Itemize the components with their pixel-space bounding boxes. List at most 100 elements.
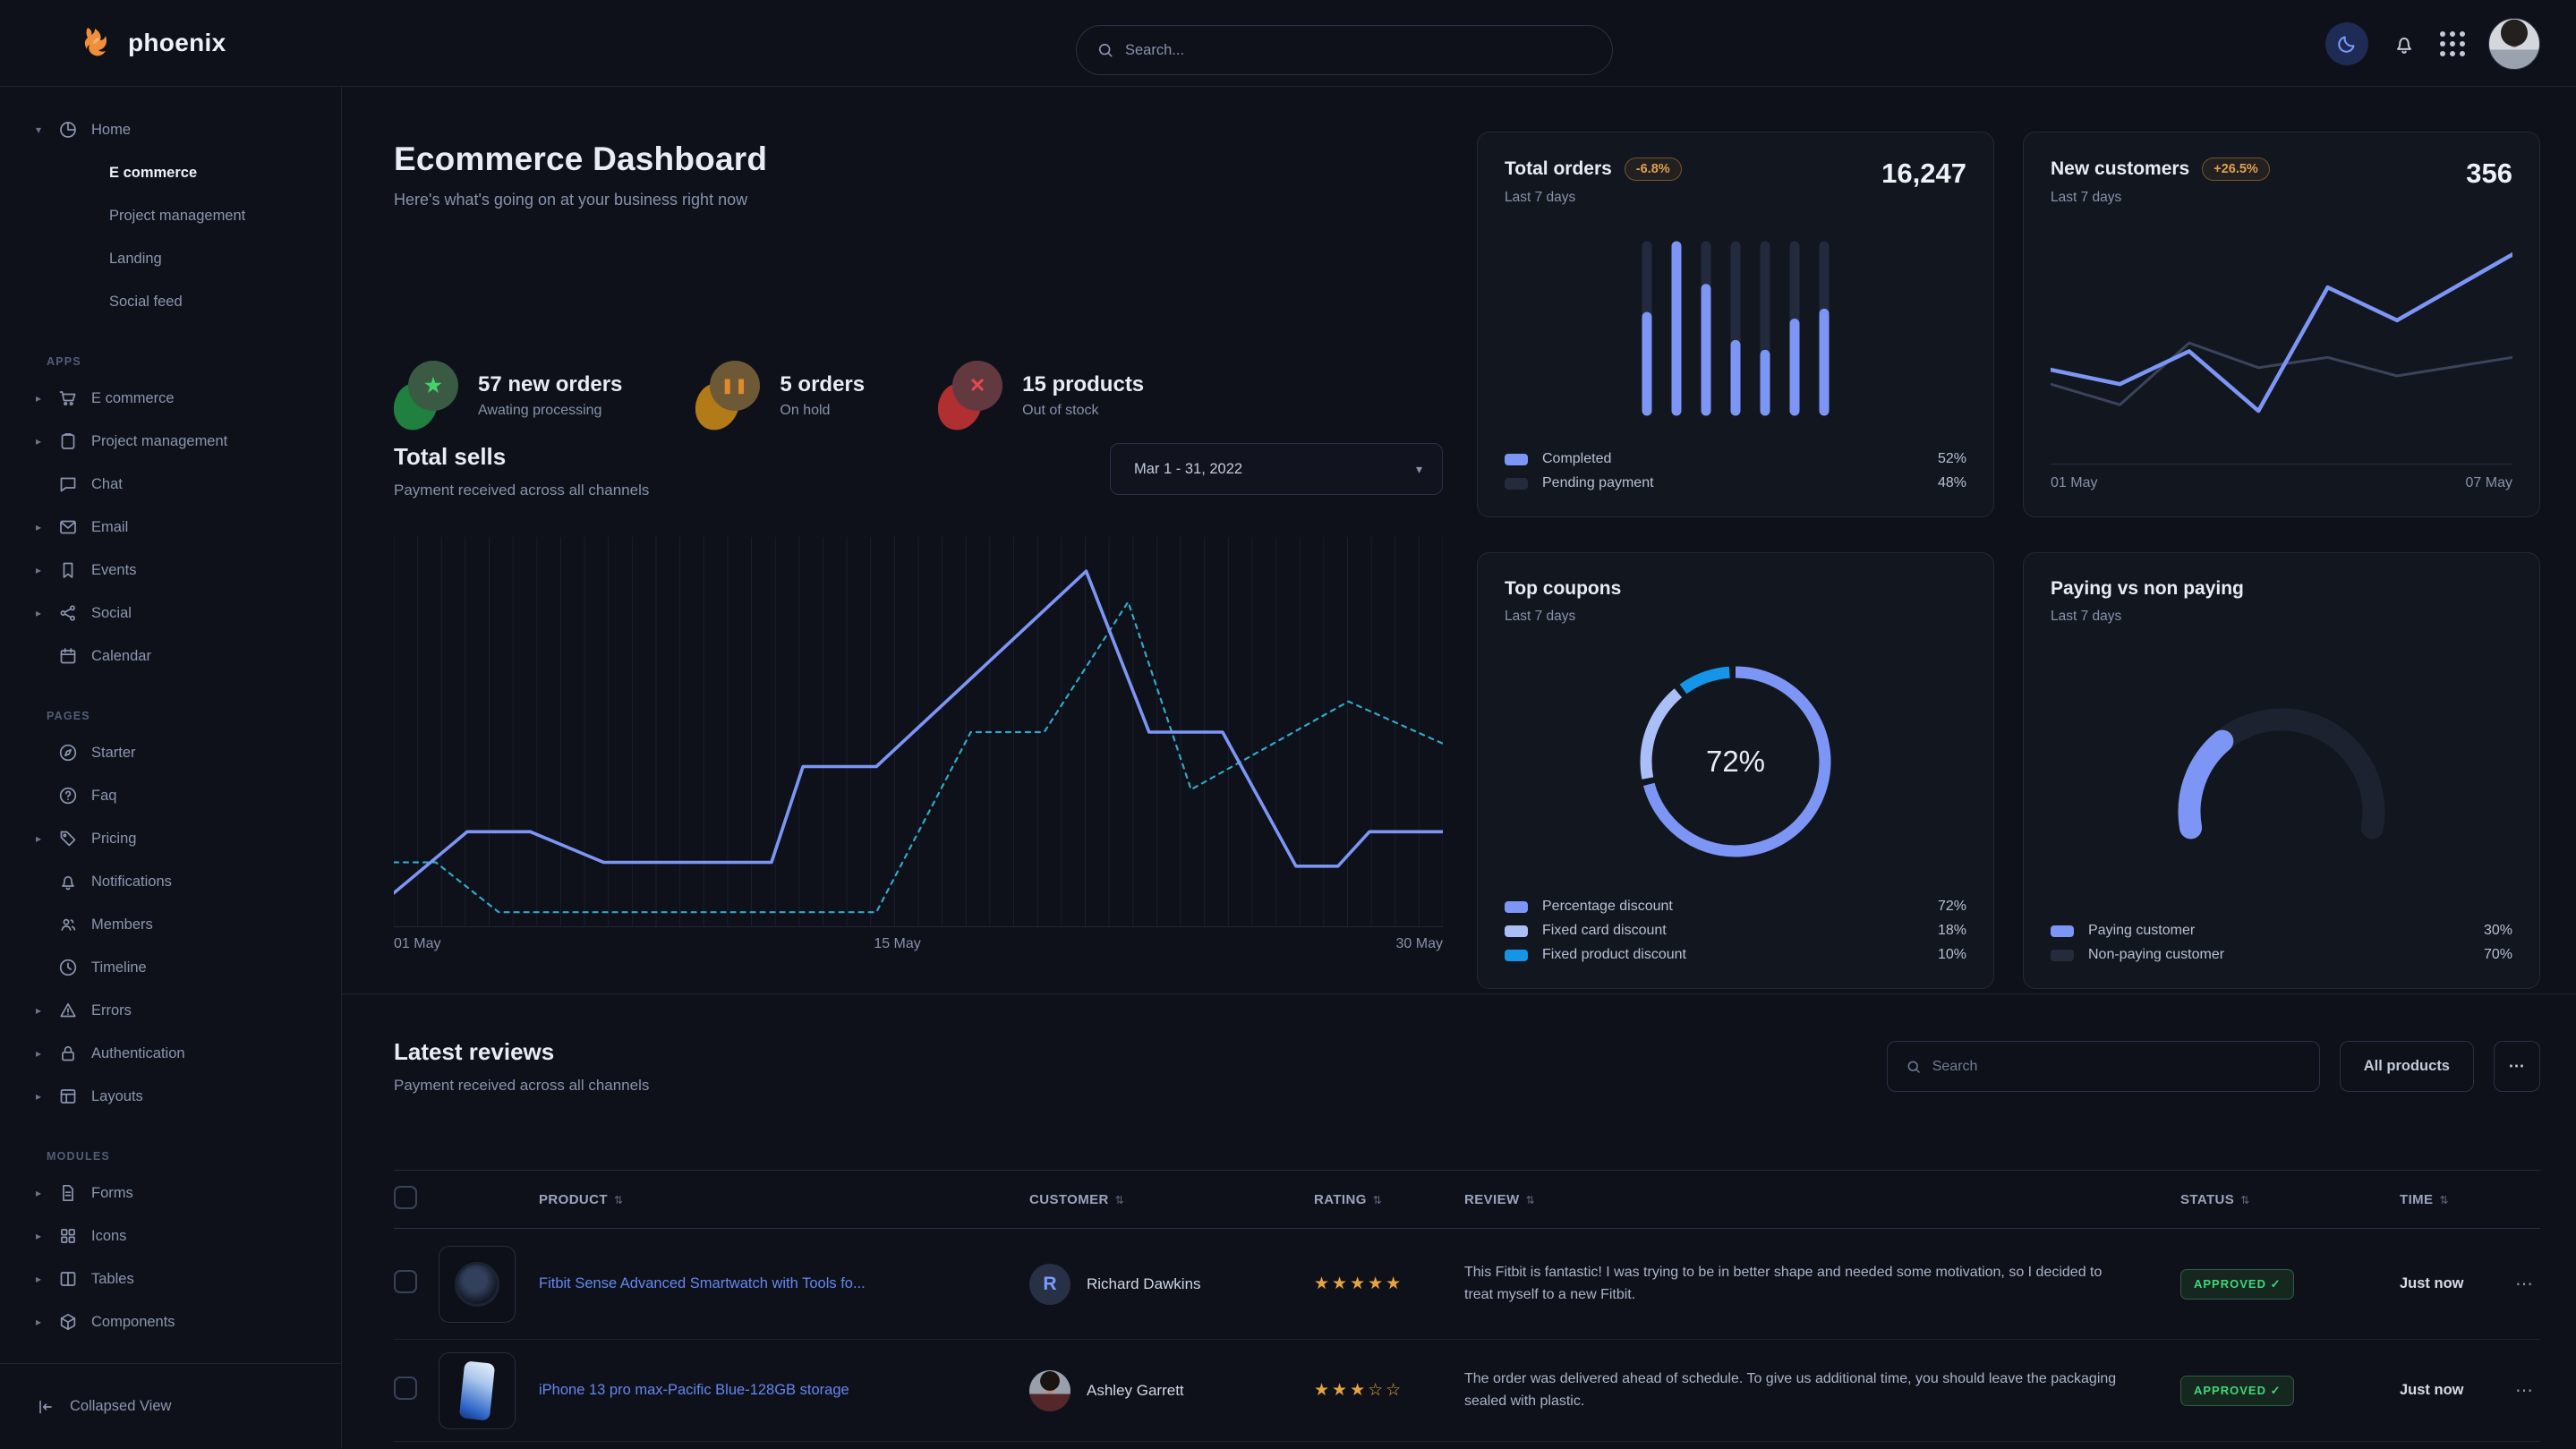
legend-value: 52% bbox=[1938, 451, 1966, 467]
legend-value: 30% bbox=[2484, 923, 2512, 939]
stat-sublabel: On hold bbox=[780, 403, 865, 419]
sidebar-item-errors[interactable]: ▸ Errors bbox=[0, 989, 341, 1032]
legend-row: Paying customer 30% bbox=[2051, 923, 2512, 939]
all-products-button[interactable]: All products bbox=[2340, 1041, 2474, 1092]
row-menu-dots-icon[interactable]: ⋯ bbox=[2515, 1274, 2533, 1294]
sidebar-subitem-project-management[interactable]: Project management bbox=[0, 194, 341, 237]
sidebar-item-members[interactable]: Members bbox=[0, 903, 341, 946]
sidebar-item-label: Icons bbox=[91, 1228, 126, 1245]
legend-value: 72% bbox=[1938, 899, 1966, 915]
layout-icon bbox=[57, 1086, 79, 1107]
stat-item: ★ 57 new orders Awating processing bbox=[394, 361, 622, 430]
legend-value: 70% bbox=[2484, 947, 2512, 963]
mail-icon bbox=[57, 516, 79, 538]
row-checkbox[interactable] bbox=[394, 1377, 417, 1400]
sidebar-item-timeline[interactable]: Timeline bbox=[0, 946, 341, 989]
select-all-checkbox[interactable] bbox=[394, 1186, 417, 1209]
search-input[interactable] bbox=[1125, 42, 1592, 59]
column-header-customer[interactable]: CUSTOMER⇅ bbox=[1029, 1192, 1314, 1207]
more-options-button[interactable]: ⋯ bbox=[2494, 1041, 2540, 1092]
sidebar-item-forms[interactable]: ▸ Forms bbox=[0, 1172, 341, 1215]
cart-icon bbox=[57, 388, 79, 409]
legend-swatch bbox=[1505, 950, 1528, 961]
orders-bar-chart bbox=[1505, 206, 1966, 451]
sidebar-item-tables[interactable]: ▸ Tables bbox=[0, 1257, 341, 1300]
navbar-actions bbox=[2325, 0, 2540, 87]
sidebar-item-starter[interactable]: Starter bbox=[0, 731, 341, 774]
sidebar-item-home[interactable]: ▾ Home bbox=[0, 108, 341, 151]
sidebar-item-events[interactable]: ▸ Events bbox=[0, 549, 341, 592]
sidebar-item-label: Members bbox=[91, 916, 153, 933]
collapse-icon bbox=[36, 1397, 55, 1417]
total-orders-card: Total orders -6.8% Last 7 days 16,247 Co… bbox=[1477, 132, 1994, 517]
date-range-select[interactable]: Mar 1 - 31, 2022 ▾ bbox=[1110, 443, 1443, 495]
legend-swatch bbox=[1505, 454, 1528, 465]
table-icon bbox=[57, 1268, 79, 1290]
sidebar-item-label: Faq bbox=[91, 788, 116, 805]
legend-label: Fixed card discount bbox=[1542, 923, 1667, 939]
reviews-search[interactable] bbox=[1887, 1041, 2320, 1092]
row-checkbox[interactable] bbox=[394, 1270, 417, 1293]
column-header-review[interactable]: REVIEW⇅ bbox=[1464, 1192, 2180, 1207]
caret-down-icon: ▾ bbox=[36, 124, 57, 136]
new-customers-card: New customers +26.5% Last 7 days 356 01 … bbox=[2023, 132, 2540, 517]
sidebar-item-e-commerce[interactable]: ▸ E commerce bbox=[0, 377, 341, 420]
cube-icon bbox=[57, 1311, 79, 1333]
sidebar-item-components[interactable]: ▸ Components bbox=[0, 1300, 341, 1343]
reviews-search-input[interactable] bbox=[1932, 1059, 2301, 1075]
legend-row: Percentage discount 72% bbox=[1505, 899, 1966, 915]
sort-icon: ⇅ bbox=[1526, 1194, 1535, 1206]
brand-logo[interactable]: phoenix bbox=[79, 24, 226, 62]
row-menu-dots-icon[interactable]: ⋯ bbox=[2515, 1381, 2533, 1401]
caret-right-icon: ▸ bbox=[36, 1187, 57, 1199]
column-header-time[interactable]: TIME⇅ bbox=[2400, 1192, 2515, 1207]
customer-name: Ashley Garrett bbox=[1087, 1382, 1184, 1400]
sidebar-subitem-social-feed[interactable]: Social feed bbox=[0, 280, 341, 323]
chart-pie-icon bbox=[57, 119, 79, 141]
bell-icon bbox=[2392, 31, 2417, 56]
paying-legend: Paying customer 30% Non-paying customer … bbox=[2051, 923, 2512, 963]
apps-grid-icon[interactable] bbox=[2440, 31, 2465, 56]
sidebar-item-chat[interactable]: Chat bbox=[0, 463, 341, 506]
user-avatar[interactable] bbox=[2488, 18, 2540, 70]
new-customers-axis-labels: 01 May 07 May bbox=[2051, 464, 2512, 491]
sidebar: ▾ HomeE commerceProject managementLandin… bbox=[0, 87, 342, 1449]
sidebar-item-notifications[interactable]: Notifications bbox=[0, 860, 341, 903]
sidebar-subitem-e-commerce[interactable]: E commerce bbox=[0, 151, 341, 194]
sidebar-item-label: Errors bbox=[91, 1002, 132, 1019]
sidebar-item-faq[interactable]: Faq bbox=[0, 774, 341, 817]
sidebar-item-label: Pricing bbox=[91, 831, 136, 848]
sidebar-item-social[interactable]: ▸ Social bbox=[0, 592, 341, 635]
sidebar-item-layouts[interactable]: ▸ Layouts bbox=[0, 1075, 341, 1118]
product-thumbnail bbox=[439, 1246, 516, 1323]
sidebar-item-project-management[interactable]: ▸ Project management bbox=[0, 420, 341, 463]
sidebar-item-pricing[interactable]: ▸ Pricing bbox=[0, 817, 341, 860]
sort-icon: ⇅ bbox=[2240, 1194, 2249, 1206]
warning-icon bbox=[57, 1000, 79, 1021]
product-link[interactable]: Fitbit Sense Advanced Smartwatch with To… bbox=[539, 1275, 866, 1291]
column-header-rating[interactable]: RATING⇅ bbox=[1314, 1192, 1464, 1207]
legend-value: 18% bbox=[1938, 923, 1966, 939]
total-sells-chart: 01 May15 May30 May bbox=[394, 537, 1443, 958]
sidebar-item-icons[interactable]: ▸ Icons bbox=[0, 1215, 341, 1257]
sidebar-subitem-landing[interactable]: Landing bbox=[0, 237, 341, 280]
sidebar-item-calendar[interactable]: Calendar bbox=[0, 635, 341, 678]
clipboard-icon bbox=[57, 430, 79, 452]
calendar-icon bbox=[57, 645, 79, 667]
product-link[interactable]: iPhone 13 pro max-Pacific Blue-128GB sto… bbox=[539, 1382, 849, 1398]
notifications-button[interactable] bbox=[2392, 31, 2417, 56]
latest-reviews-header: Latest reviews Payment received across a… bbox=[394, 1038, 2540, 1095]
column-header-product[interactable]: PRODUCT⇅ bbox=[539, 1192, 1029, 1207]
caret-right-icon: ▸ bbox=[36, 1273, 57, 1285]
theme-toggle-button[interactable] bbox=[2325, 22, 2368, 65]
global-search[interactable] bbox=[1076, 25, 1613, 75]
sidebar-item-email[interactable]: ▸ Email bbox=[0, 506, 341, 549]
users-icon bbox=[57, 914, 79, 935]
column-header-status[interactable]: STATUS⇅ bbox=[2180, 1192, 2400, 1207]
legend-value: 48% bbox=[1938, 475, 1966, 491]
page-subtitle: Here's what's going on at your business … bbox=[394, 191, 767, 209]
collapsed-view-toggle[interactable]: Collapsed View bbox=[0, 1363, 341, 1449]
sidebar-item-authentication[interactable]: ▸ Authentication bbox=[0, 1032, 341, 1075]
legend-value: 10% bbox=[1938, 947, 1966, 963]
lock-icon bbox=[57, 1043, 79, 1064]
